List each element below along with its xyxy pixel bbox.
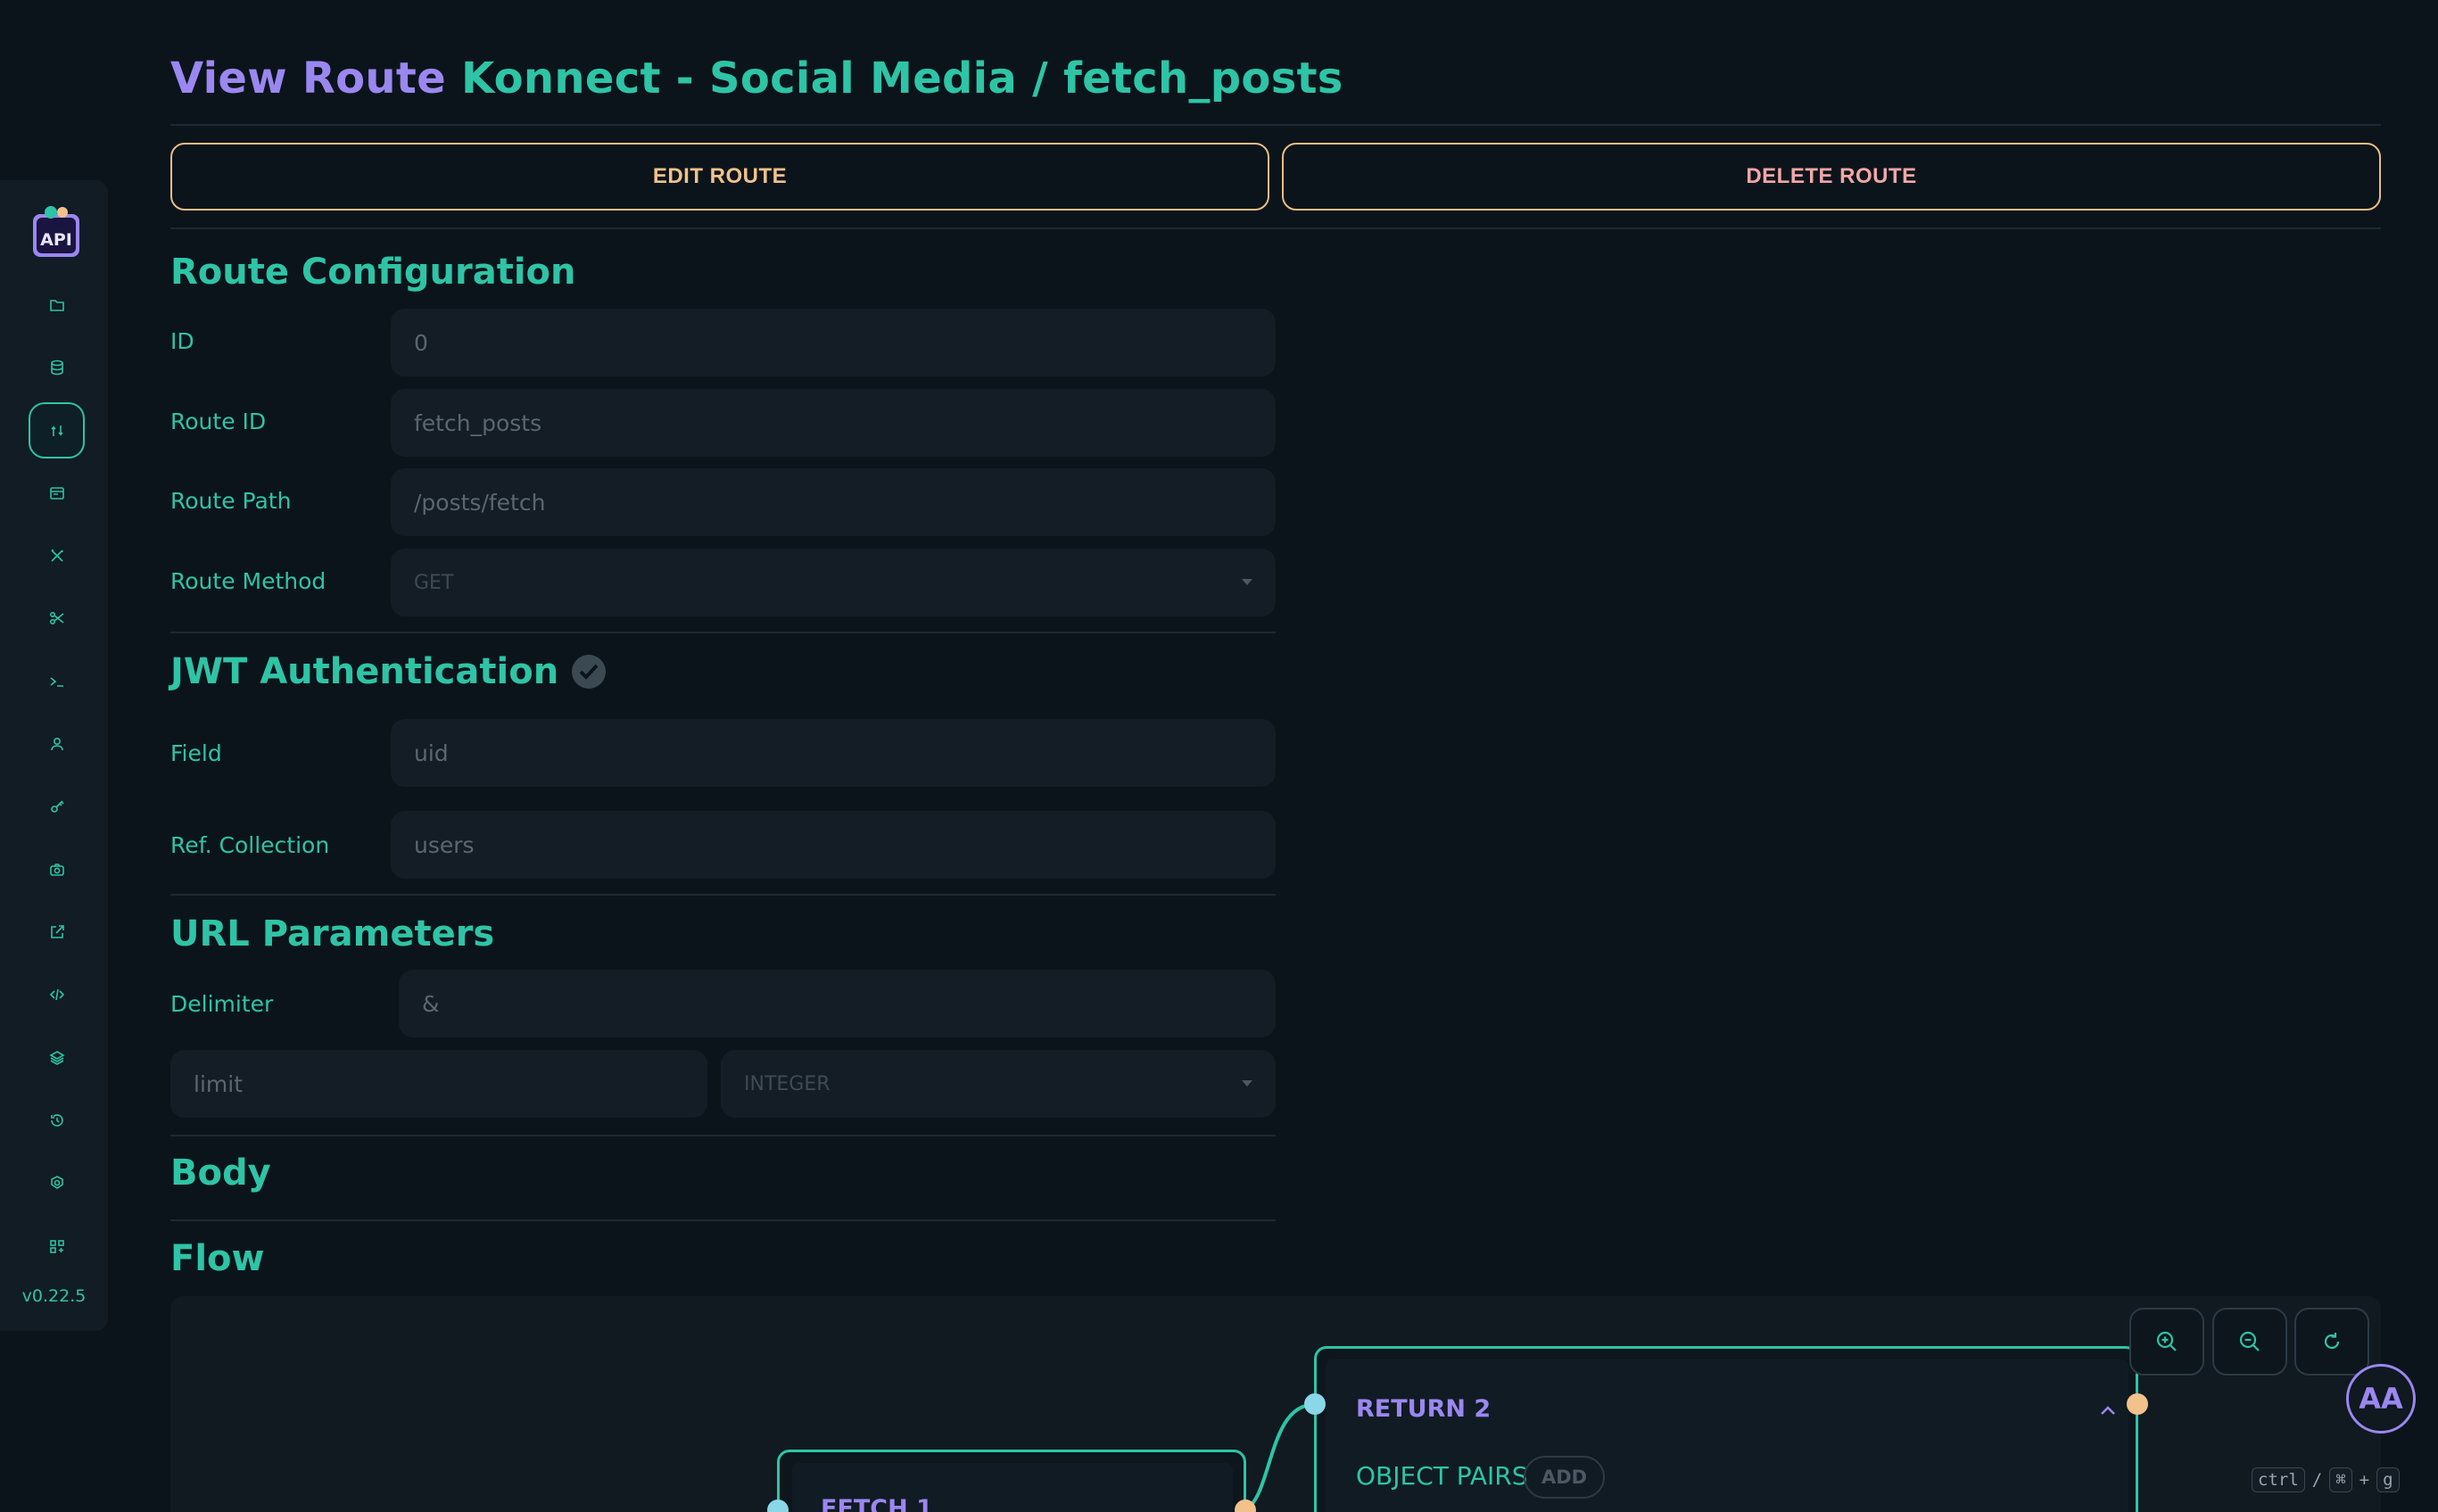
node-title: FETCH 1	[821, 1495, 933, 1512]
section-title-route-config: Route Configuration	[170, 252, 576, 293]
kbd-g: g	[2376, 1467, 2400, 1492]
sidebar-item-users[interactable]	[29, 715, 85, 772]
user-avatar[interactable]: AA	[2346, 1364, 2416, 1434]
sidebar-item-history[interactable]	[29, 1092, 85, 1148]
id-label: ID	[170, 328, 194, 354]
layers-icon	[48, 1050, 65, 1065]
api-logo-icon: API	[33, 206, 79, 257]
window-icon	[49, 486, 64, 500]
routes-icon	[50, 425, 63, 436]
chevron-down-icon	[1242, 1080, 1252, 1086]
delimiter-input[interactable]: &	[399, 970, 1276, 1037]
logo-text: API	[40, 230, 72, 250]
sidebar-item-terminal[interactable]	[29, 653, 85, 709]
param-name-input[interactable]: limit	[170, 1050, 707, 1118]
node-title: RETURN 2	[1356, 1395, 1492, 1423]
section-title-flow: Flow	[170, 1238, 265, 1279]
app-version: v0.22.5	[21, 1286, 87, 1306]
shortcut-plus: +	[2359, 1470, 2370, 1490]
ref-collection-input[interactable]: users	[391, 811, 1276, 879]
app-logo[interactable]: API	[31, 202, 81, 259]
zoom-in-button[interactable]	[2129, 1308, 2204, 1376]
route-path-label: Route Path	[170, 488, 292, 514]
delete-route-button[interactable]: DELETE ROUTE	[1282, 143, 2381, 211]
divider	[170, 894, 1276, 896]
page-title: View Route Konnect - Social Media / fetc…	[170, 54, 1343, 103]
ref-collection-label: Ref. Collection	[170, 832, 330, 858]
terminal-icon	[50, 676, 63, 687]
camera-icon	[49, 863, 64, 876]
sidebar-item-inspect[interactable]	[29, 1154, 85, 1210]
settings-search-icon	[50, 1175, 63, 1189]
section-title-jwt: JWT Authentication	[170, 651, 607, 692]
code-icon	[49, 988, 64, 1000]
sidebar-item-windows[interactable]	[29, 465, 85, 521]
sidebar-item-layers[interactable]	[29, 1029, 85, 1086]
history-icon	[50, 1113, 63, 1127]
page-title-route: Konnect - Social Media / fetch_posts	[461, 54, 1343, 103]
flow-node-fetch[interactable]: FETCH 1	[777, 1450, 1246, 1512]
folder-icon	[49, 299, 64, 311]
jwt-field-label: Field	[170, 740, 222, 766]
route-id-label: Route ID	[170, 409, 267, 434]
route-path-field[interactable]: /posts/fetch	[391, 468, 1276, 536]
database-icon	[50, 359, 63, 375]
sidebar-item-routes[interactable]	[29, 402, 85, 459]
zoom-out-button[interactable]	[2212, 1308, 2287, 1376]
route-method-label: Route Method	[170, 568, 326, 594]
output-port[interactable]	[2127, 1393, 2148, 1415]
shortcut-separator: /	[2311, 1470, 2323, 1490]
route-method-select[interactable]: GET	[391, 549, 1276, 616]
sidebar-item-tools[interactable]	[29, 527, 85, 583]
sidebar-item-extensions[interactable]	[29, 1218, 85, 1274]
param-type-value: INTEGER	[744, 1072, 831, 1095]
refresh-icon	[2324, 1333, 2340, 1350]
route-method-value: GET	[414, 571, 454, 594]
sidebar-item-external[interactable]	[29, 904, 85, 960]
check-circle-icon	[572, 655, 607, 689]
route-id-field[interactable]: fetch_posts	[391, 389, 1276, 457]
divider	[170, 124, 2381, 126]
section-title-url-params: URL Parameters	[170, 913, 495, 954]
key-icon	[50, 799, 64, 813]
chevron-down-icon	[1242, 579, 1252, 585]
object-pairs-label: OBJECT PAIRS	[1356, 1461, 1528, 1491]
id-field[interactable]: 0	[391, 309, 1276, 376]
delimiter-label: Delimiter	[170, 991, 274, 1017]
flow-canvas[interactable]: FETCH 1 RETURN 2 OBJECT PAIRS ADD	[170, 1296, 2381, 1512]
sidebar-item-snapshots[interactable]	[29, 841, 85, 897]
extensions-icon	[49, 1239, 64, 1253]
divider	[170, 227, 2381, 229]
zoom-out-icon	[2239, 1331, 2260, 1351]
user-icon	[50, 737, 63, 750]
page-title-lead: View Route	[170, 54, 461, 103]
edit-route-button[interactable]: EDIT ROUTE	[170, 143, 1269, 211]
add-pair-button[interactable]: ADD	[1524, 1456, 1606, 1499]
sidebar-item-code[interactable]	[29, 966, 85, 1022]
chevron-up-icon[interactable]	[2098, 1404, 2118, 1417]
sidebar: API v0.22.5	[0, 180, 108, 1331]
sidebar-item-keys[interactable]	[29, 778, 85, 834]
scissors-icon	[49, 611, 63, 624]
section-title-body: Body	[170, 1153, 271, 1194]
sidebar-item-databases[interactable]	[29, 339, 85, 395]
zoom-in-icon	[2156, 1331, 2177, 1351]
external-link-icon	[50, 924, 64, 938]
kbd-cmd: ⌘	[2329, 1467, 2352, 1492]
jwt-title: JWT Authentication	[170, 651, 559, 692]
sidebar-item-cut[interactable]	[29, 590, 85, 646]
divider	[170, 1219, 1276, 1221]
tools-icon	[50, 549, 63, 562]
shortcut-hint: ctrl / ⌘ + g	[2252, 1467, 2400, 1492]
input-port[interactable]	[1304, 1393, 1326, 1415]
kbd-ctrl: ctrl	[2252, 1467, 2305, 1492]
divider	[170, 1135, 1276, 1136]
param-type-select[interactable]: INTEGER	[721, 1050, 1276, 1118]
divider	[170, 632, 1276, 633]
reset-view-button[interactable]	[2294, 1308, 2369, 1376]
flow-node-return[interactable]: RETURN 2 OBJECT PAIRS ADD	[1314, 1346, 2138, 1512]
jwt-field-input[interactable]: uid	[391, 719, 1276, 787]
sidebar-item-projects[interactable]	[29, 277, 85, 333]
